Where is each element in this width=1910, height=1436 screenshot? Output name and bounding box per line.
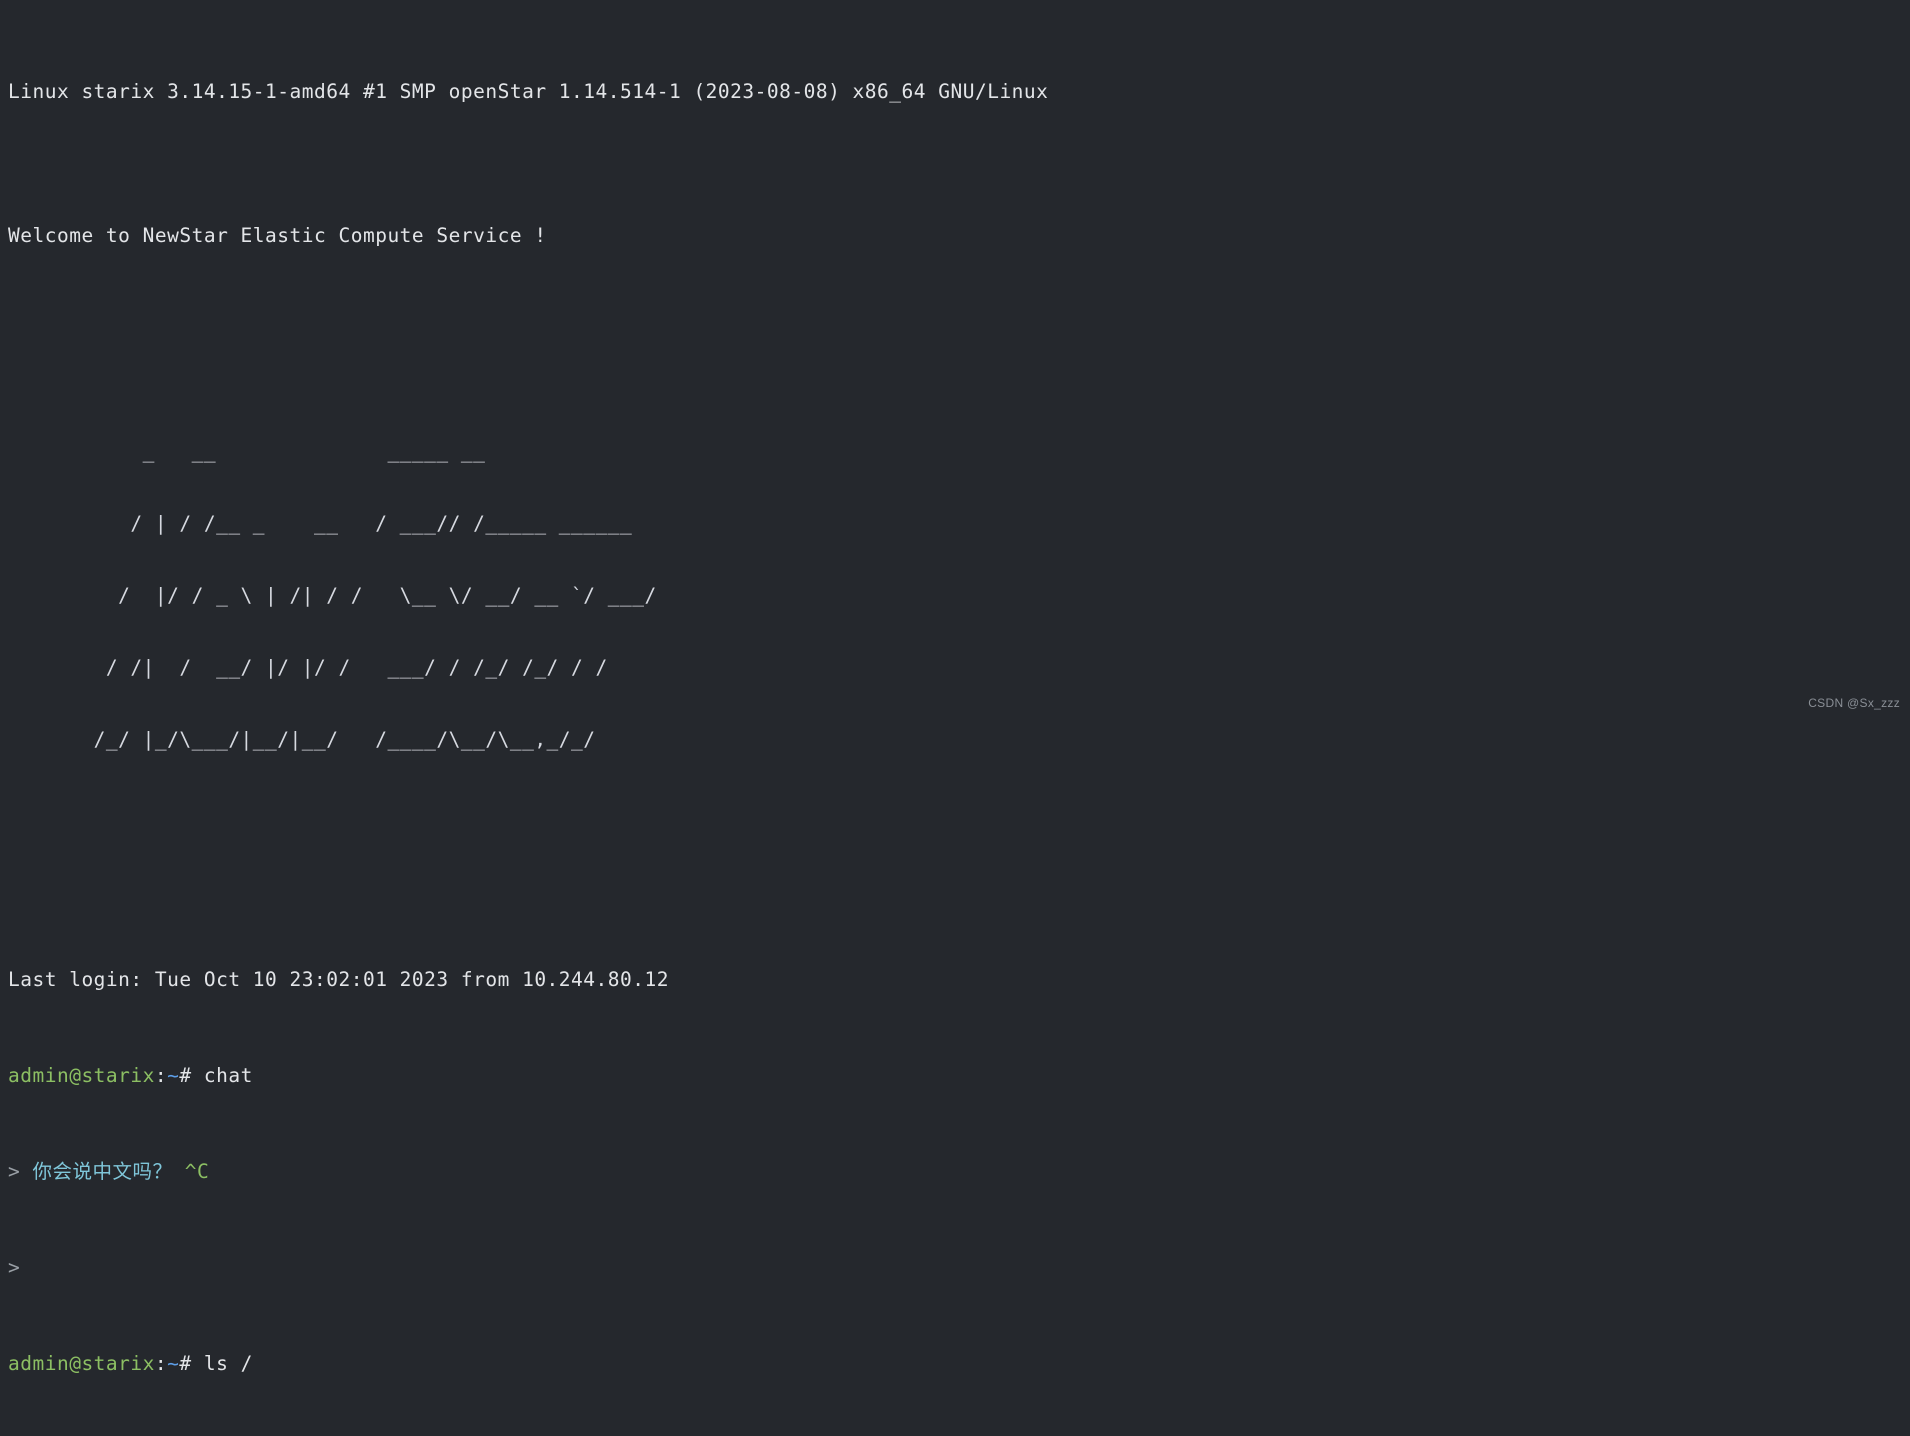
ascii-banner-line-5: /_/ |_/\___/|__/|__/ /____/\__/\__,_/_/ [8, 728, 596, 751]
chat-question-text: 你会说中文吗？ [32, 1160, 173, 1183]
ascii-banner-line-4: / /| / __/ |/ |/ / ___/ / /_/ /_/ / / [8, 656, 608, 679]
prompt-colon: : [154, 1352, 168, 1375]
prompt-hash: # [179, 1064, 192, 1087]
ascii-banner-line-1: _ __ _____ __ [8, 440, 486, 463]
chat-question-line: > 你会说中文吗？ ^C [8, 1160, 1910, 1184]
chat-prompt-symbol-2: > [8, 1256, 21, 1279]
prompt-colon: : [154, 1064, 168, 1087]
ascii-banner-line-2: / | / /__ _ __ / ___// /_____ ______ [8, 512, 633, 535]
chat-interrupt-text: ^C [184, 1160, 210, 1183]
kernel-info-line: Linux starix 3.14.15-1-amd64 #1 SMP open… [8, 80, 1049, 103]
prompt-hash: # [179, 1352, 192, 1375]
prompt-user-host: admin@starix [8, 1352, 155, 1375]
terminal-window[interactable]: Linux starix 3.14.15-1-amd64 #1 SMP open… [0, 0, 1910, 1375]
ascii-banner: _ __ _____ __ / | / /__ _ __ / ___// /__… [8, 392, 1910, 800]
prompt-user-host: admin@starix [8, 1064, 155, 1087]
command-line-ls-root: admin@starix:~# ls / [8, 1352, 1910, 1376]
chat-empty-prompt-line: > [8, 1256, 1910, 1280]
watermark-label: CSDN @Sx_zzz [1808, 696, 1900, 710]
chat-prompt-symbol: > [8, 1160, 21, 1183]
command-text-chat: chat [203, 1064, 253, 1087]
command-text-ls-root: ls / [203, 1352, 253, 1375]
welcome-line: Welcome to NewStar Elastic Compute Servi… [8, 224, 547, 247]
terminal-output-area[interactable]: Linux starix 3.14.15-1-amd64 #1 SMP open… [0, 0, 1910, 1436]
last-login-line: Last login: Tue Oct 10 23:02:01 2023 fro… [8, 968, 669, 991]
prompt-path-home: ~ [167, 1064, 180, 1087]
ascii-banner-line-3: / |/ / _ \ | /| / / \__ \/ __/ __ `/ ___… [8, 584, 657, 607]
prompt-path-home: ~ [167, 1352, 180, 1375]
command-line-chat: admin@starix:~# chat [8, 1064, 1910, 1088]
